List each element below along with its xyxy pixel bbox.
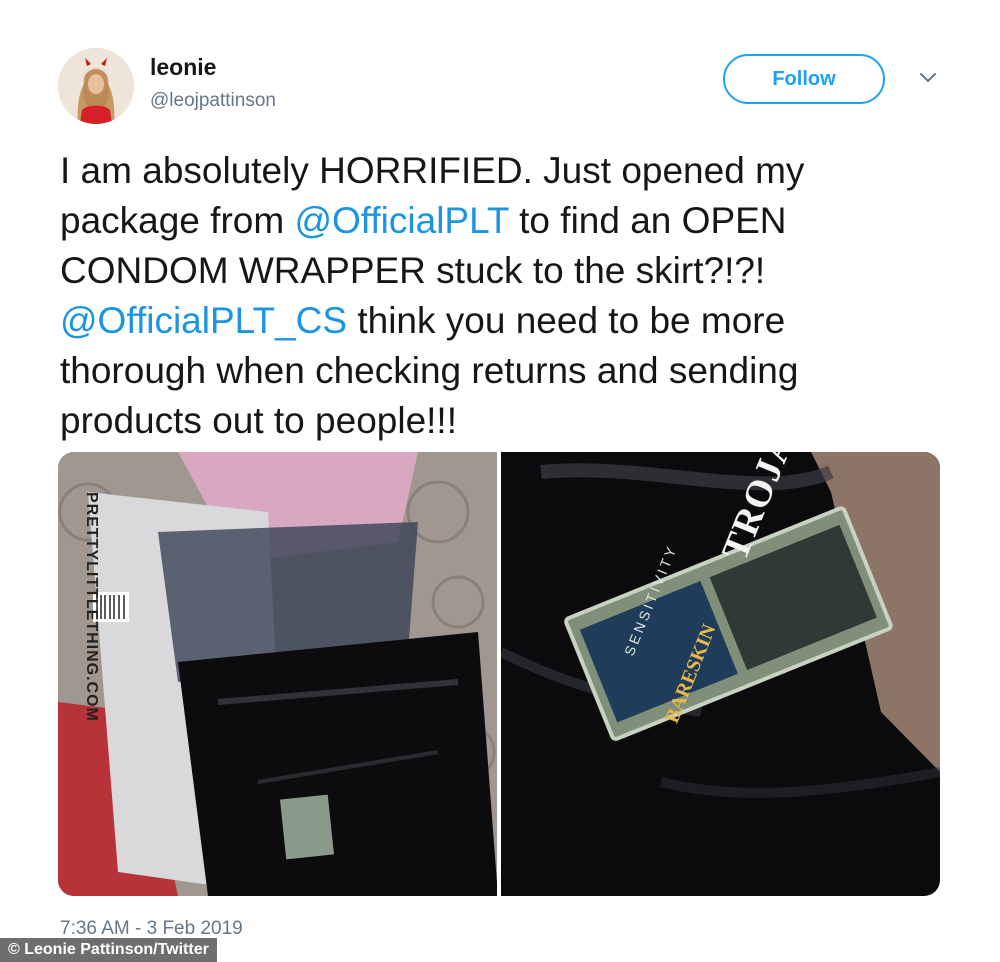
user-handle[interactable]: @leojpattinson bbox=[150, 90, 276, 112]
media-grid: PRETTYLITTLETHING.COM TROJAN BARESKIN SE… bbox=[58, 452, 940, 896]
display-name[interactable]: leonie bbox=[150, 54, 216, 81]
wrapper-photo-icon bbox=[501, 452, 940, 896]
tweet-card: leonie @leojpattinson Follow I am absolu… bbox=[0, 0, 1000, 962]
mention-link[interactable]: @OfficialPLT bbox=[294, 200, 508, 241]
follow-button[interactable]: Follow bbox=[723, 54, 885, 104]
photo-wrapper[interactable]: TROJAN BARESKIN SENSITIVITY bbox=[501, 452, 940, 896]
photo-credit: © Leonie Pattinson/Twitter bbox=[0, 938, 217, 962]
tweet-text: I am absolutely HORRIFIED. Just opened m… bbox=[60, 146, 960, 446]
package-label: PRETTYLITTLETHING.COM bbox=[83, 492, 100, 722]
profile-photo-icon bbox=[58, 48, 134, 124]
package-photo-icon bbox=[58, 452, 497, 896]
chevron-down-icon[interactable] bbox=[918, 68, 938, 88]
avatar[interactable] bbox=[58, 48, 134, 124]
tweet-timestamp[interactable]: 7:36 AM - 3 Feb 2019 bbox=[60, 918, 243, 940]
mention-link[interactable]: @OfficialPLT_CS bbox=[60, 300, 347, 341]
photo-package[interactable]: PRETTYLITTLETHING.COM bbox=[58, 452, 497, 896]
